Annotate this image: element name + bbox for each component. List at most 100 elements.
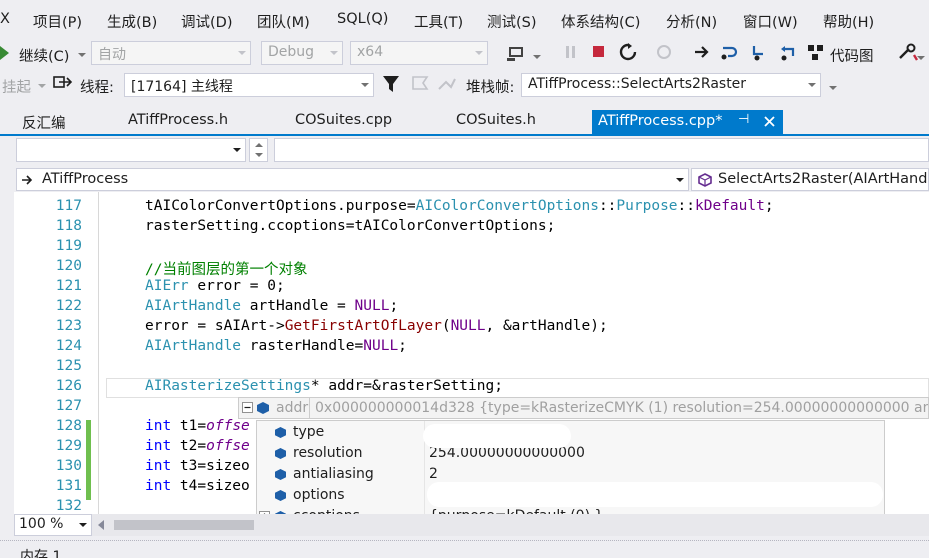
line-number: 118 xyxy=(55,218,82,234)
menu-item-team[interactable]: 团队(M) xyxy=(257,11,310,32)
menu-item-test[interactable]: 测试(S) xyxy=(487,11,537,32)
code-token: :: xyxy=(598,198,617,214)
restart-icon[interactable] xyxy=(619,43,637,61)
menu-item-build[interactable]: 生成(B) xyxy=(107,11,157,32)
tab-cosuites-cpp[interactable]: COSuites.cpp xyxy=(295,112,392,128)
thread-icon xyxy=(53,76,73,88)
menu-item-project[interactable]: 项目(P) xyxy=(33,11,82,32)
thread-combo[interactable]: [17164] 主线程 xyxy=(124,73,374,97)
code-line: tAIColorConvertOptions.purpose=AIColorCo… xyxy=(145,198,774,214)
field-icon xyxy=(275,448,286,459)
zoom-combo[interactable]: 100 % xyxy=(14,514,92,536)
menu-item-window[interactable]: 窗口(W) xyxy=(743,11,798,32)
menu-item-analyze[interactable]: 分析(N) xyxy=(666,11,717,32)
menu-item-sql[interactable]: SQL(Q) xyxy=(337,11,388,27)
tab-disassembly[interactable]: 反汇编 xyxy=(22,112,66,133)
line-number: 119 xyxy=(55,238,82,254)
filter-field[interactable] xyxy=(274,138,929,162)
flag-icon[interactable] xyxy=(410,75,430,93)
datatip-row-name: type xyxy=(293,424,325,440)
chevron-down-icon xyxy=(79,523,87,527)
member-combo[interactable]: SelectArts2Raster(AIArtHand xyxy=(691,168,929,191)
attach-process-icon[interactable] xyxy=(507,44,527,62)
scroll-left-icon[interactable] xyxy=(98,520,104,530)
menu-item-x[interactable]: X xyxy=(0,11,10,27)
arrow-right-icon xyxy=(22,175,33,185)
code-token: NULL xyxy=(450,318,486,334)
code-token: ( xyxy=(441,318,451,334)
code-token: :: xyxy=(677,198,695,214)
chevron-down-icon[interactable] xyxy=(917,56,925,61)
code-token: NULL xyxy=(354,298,390,314)
datatip-variable-name: addr xyxy=(276,400,309,416)
menu-item-architecture[interactable]: 体系结构(C) xyxy=(561,11,640,32)
line-number: 128 xyxy=(55,418,82,434)
pin-icon[interactable]: ⊣ xyxy=(738,112,749,127)
platform-combo-value: x64 xyxy=(357,44,384,60)
stop-icon[interactable] xyxy=(592,45,606,59)
continue-button[interactable]: 继续(C) xyxy=(19,45,69,66)
close-icon[interactable] xyxy=(764,116,775,127)
code-map-icon[interactable] xyxy=(806,43,826,61)
chevron-down-icon[interactable] xyxy=(533,55,541,60)
menu-item-help[interactable]: 帮助(H) xyxy=(823,11,874,32)
chevron-down-icon[interactable] xyxy=(38,84,46,89)
redaction-blot xyxy=(427,482,883,507)
line-number: 120 xyxy=(55,258,82,274)
code-token: rasterHandle= xyxy=(241,338,364,354)
configuration-combo: Debug xyxy=(261,41,343,65)
step-into-icon[interactable] xyxy=(720,43,740,61)
tab-cosuites-h[interactable]: COSuites.h xyxy=(456,112,536,128)
code-token: int xyxy=(145,478,172,494)
scrollbar-thumb[interactable] xyxy=(114,520,254,530)
stack-frame-combo[interactable]: ATiffProcess::SelectArts2Raster xyxy=(521,73,821,97)
member-combo-value: SelectArts2Raster(AIArtHand xyxy=(718,171,928,187)
code-token: t4=sizeo xyxy=(171,478,250,494)
menu-bar: X 项目(P) 生成(B) 调试(D) 团队(M) SQL(Q) 工具(T) 测… xyxy=(0,0,929,40)
chevron-down-icon xyxy=(238,51,246,55)
pause-icon[interactable] xyxy=(565,45,577,59)
navigation-bar: ATiffProcess SelectArts2Raster(AIArtHand xyxy=(0,168,929,192)
line-number: 131 xyxy=(55,478,82,494)
class-combo-value: ATiffProcess xyxy=(42,171,129,187)
show-next-statement-icon[interactable] xyxy=(655,43,675,61)
tools-icon[interactable] xyxy=(897,43,919,61)
chevron-down-icon xyxy=(808,83,816,87)
line-number: 127 xyxy=(55,398,82,414)
spinner[interactable] xyxy=(249,138,268,162)
expand-callstack-icon[interactable] xyxy=(437,75,457,93)
collapse-icon[interactable] xyxy=(242,402,253,413)
chevron-up-icon[interactable] xyxy=(255,143,263,148)
class-combo[interactable]: ATiffProcess xyxy=(16,168,689,191)
filter-icon[interactable] xyxy=(382,75,400,93)
chevron-down-icon xyxy=(330,51,338,55)
code-token: int xyxy=(145,458,172,474)
redaction-blot xyxy=(423,424,571,448)
chevron-down-icon[interactable] xyxy=(829,86,837,91)
horizontal-scrollbar[interactable] xyxy=(92,514,929,536)
datatip-row[interactable]: resolution 254.00000000000000 xyxy=(257,443,884,464)
code-token: error = sAIArt-> xyxy=(145,318,285,334)
datatip-row-value: 2 xyxy=(429,466,438,482)
step-arrow-icon[interactable] xyxy=(694,45,710,59)
code-token: offse xyxy=(206,418,250,434)
code-token: t1= xyxy=(171,418,207,434)
code-line: AIArtHandle artHandle = NULL; xyxy=(145,298,398,314)
tab-atiffprocess-cpp[interactable]: ATiffProcess.cpp* ⊣ xyxy=(592,110,783,134)
tab-atiffprocess-h[interactable]: ATiffProcess.h xyxy=(128,112,228,128)
step-out-icon[interactable] xyxy=(778,43,798,61)
continue-play-icon[interactable] xyxy=(0,46,10,60)
memory-window-tab[interactable]: 内存 1 xyxy=(20,546,61,558)
code-token: , &artHandle); xyxy=(485,318,608,334)
code-map-button[interactable]: 代码图 xyxy=(830,45,874,66)
chevron-down-icon[interactable] xyxy=(255,153,263,158)
project-combo[interactable] xyxy=(16,138,246,162)
datatip-header[interactable]: addr 0x000000000014d328 {type=kRasterize… xyxy=(238,397,929,419)
menu-item-debug[interactable]: 调试(D) xyxy=(181,11,232,32)
change-marker xyxy=(86,420,91,500)
code-token: int xyxy=(145,438,172,454)
code-token: GetFirstArtOfLayer xyxy=(284,318,442,334)
step-over-icon[interactable] xyxy=(749,43,769,61)
menu-item-tools[interactable]: 工具(T) xyxy=(414,11,463,32)
continue-dropdown-icon[interactable] xyxy=(78,53,86,58)
